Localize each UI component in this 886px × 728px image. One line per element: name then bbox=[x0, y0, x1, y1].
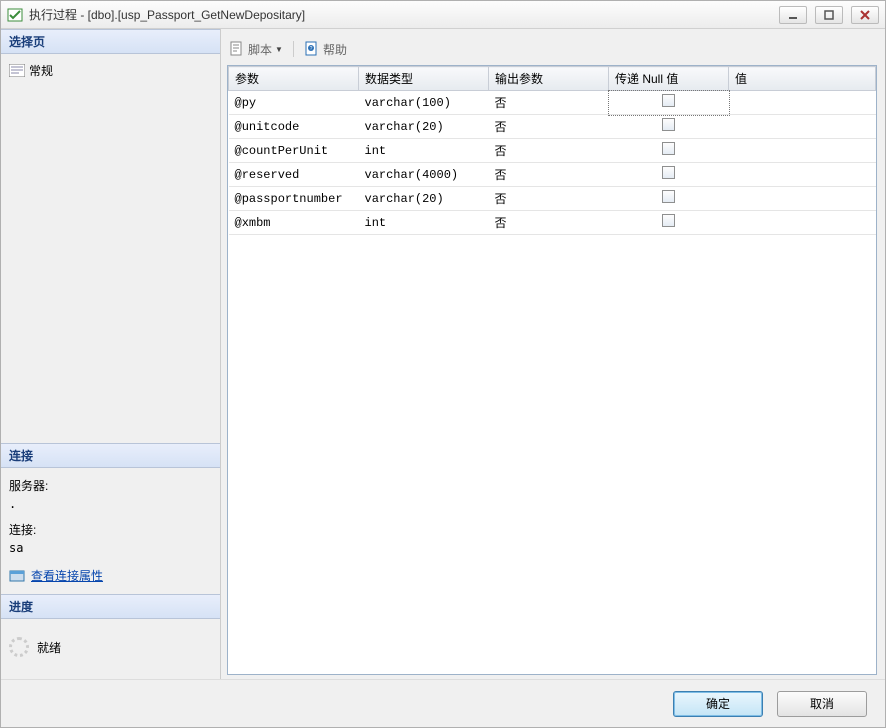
pass-null-checkbox[interactable] bbox=[662, 214, 675, 227]
pass-null-checkbox[interactable] bbox=[662, 118, 675, 131]
close-button[interactable] bbox=[851, 6, 879, 24]
cell-value[interactable] bbox=[729, 187, 876, 211]
cell-output[interactable]: 否 bbox=[489, 91, 609, 115]
maximize-button[interactable] bbox=[815, 6, 843, 24]
cell-datatype[interactable]: int bbox=[359, 139, 489, 163]
col-datatype[interactable]: 数据类型 bbox=[359, 67, 489, 91]
col-output[interactable]: 输出参数 bbox=[489, 67, 609, 91]
app-icon bbox=[7, 7, 23, 23]
cell-param[interactable]: @unitcode bbox=[229, 115, 359, 139]
cell-pass-null[interactable] bbox=[609, 211, 729, 235]
cell-datatype[interactable]: varchar(20) bbox=[359, 115, 489, 139]
table-row[interactable]: @xmbmint否 bbox=[229, 211, 876, 235]
server-label: 服务器: bbox=[9, 477, 212, 494]
cell-pass-null[interactable] bbox=[609, 115, 729, 139]
dialog-window: 执行过程 - [dbo].[usp_Passport_GetNewDeposit… bbox=[0, 0, 886, 728]
help-button[interactable]: ? 帮助 bbox=[304, 41, 347, 58]
minimize-button[interactable] bbox=[779, 6, 807, 24]
cell-output[interactable]: 否 bbox=[489, 187, 609, 211]
page-item-label: 常规 bbox=[29, 62, 53, 79]
cell-datatype[interactable]: varchar(4000) bbox=[359, 163, 489, 187]
cancel-button[interactable]: 取消 bbox=[777, 691, 867, 717]
parameters-grid[interactable]: 参数 数据类型 输出参数 传递 Null 值 值 @pyvarchar(100)… bbox=[227, 65, 877, 675]
pass-null-checkbox[interactable] bbox=[662, 166, 675, 179]
close-icon bbox=[860, 10, 870, 20]
cell-param[interactable]: @passportnumber bbox=[229, 187, 359, 211]
cell-value[interactable] bbox=[729, 91, 876, 115]
cell-pass-null[interactable] bbox=[609, 163, 729, 187]
table-row[interactable]: @reservedvarchar(4000)否 bbox=[229, 163, 876, 187]
server-value: . bbox=[9, 497, 212, 511]
svg-text:?: ? bbox=[310, 46, 313, 52]
toolbar-separator bbox=[293, 41, 294, 57]
right-panel: 脚本 ▼ ? 帮助 bbox=[221, 29, 885, 679]
pass-null-checkbox[interactable] bbox=[662, 94, 675, 107]
ok-button[interactable]: 确定 bbox=[673, 691, 763, 717]
connection-value: sa bbox=[9, 541, 212, 555]
cell-param[interactable]: @xmbm bbox=[229, 211, 359, 235]
maximize-icon bbox=[824, 10, 834, 20]
script-label: 脚本 bbox=[248, 41, 272, 58]
cell-pass-null[interactable] bbox=[609, 139, 729, 163]
col-param[interactable]: 参数 bbox=[229, 67, 359, 91]
pass-null-checkbox[interactable] bbox=[662, 142, 675, 155]
connection-header: 连接 bbox=[1, 443, 220, 468]
chevron-down-icon: ▼ bbox=[275, 45, 283, 54]
window-title: 执行过程 - [dbo].[usp_Passport_GetNewDeposit… bbox=[29, 6, 779, 23]
toolbar: 脚本 ▼ ? 帮助 bbox=[227, 33, 877, 65]
table-row[interactable]: @pyvarchar(100)否 bbox=[229, 91, 876, 115]
cell-value[interactable] bbox=[729, 115, 876, 139]
progress-header: 进度 bbox=[1, 594, 220, 619]
cell-param[interactable]: @py bbox=[229, 91, 359, 115]
cell-output[interactable]: 否 bbox=[489, 163, 609, 187]
col-value[interactable]: 值 bbox=[729, 67, 876, 91]
titlebar[interactable]: 执行过程 - [dbo].[usp_Passport_GetNewDeposit… bbox=[1, 1, 885, 29]
help-label: 帮助 bbox=[323, 41, 347, 58]
pass-null-checkbox[interactable] bbox=[662, 190, 675, 203]
cell-pass-null[interactable] bbox=[609, 91, 729, 115]
table-row[interactable]: @unitcodevarchar(20)否 bbox=[229, 115, 876, 139]
cell-param[interactable]: @countPerUnit bbox=[229, 139, 359, 163]
dialog-footer: 确定 取消 bbox=[1, 679, 885, 727]
script-icon bbox=[229, 41, 245, 57]
connection-label: 连接: bbox=[9, 521, 212, 538]
connection-properties-icon bbox=[9, 568, 25, 584]
table-row[interactable]: @countPerUnitint否 bbox=[229, 139, 876, 163]
cell-output[interactable]: 否 bbox=[489, 115, 609, 139]
cell-pass-null[interactable] bbox=[609, 187, 729, 211]
col-passnull[interactable]: 传递 Null 值 bbox=[609, 67, 729, 91]
page-icon bbox=[9, 64, 25, 77]
minimize-icon bbox=[788, 10, 798, 20]
cell-value[interactable] bbox=[729, 211, 876, 235]
cell-datatype[interactable]: varchar(100) bbox=[359, 91, 489, 115]
select-page-header: 选择页 bbox=[1, 29, 220, 54]
cell-value[interactable] bbox=[729, 163, 876, 187]
grid-header-row: 参数 数据类型 输出参数 传递 Null 值 值 bbox=[229, 67, 876, 91]
progress-spinner-icon bbox=[9, 637, 29, 657]
page-item-general[interactable]: 常规 bbox=[9, 60, 212, 81]
left-panel: 选择页 常规 连接 服务器: bbox=[1, 29, 221, 679]
script-button[interactable]: 脚本 ▼ bbox=[229, 41, 283, 58]
help-icon: ? bbox=[304, 41, 320, 57]
cell-datatype[interactable]: int bbox=[359, 211, 489, 235]
cell-output[interactable]: 否 bbox=[489, 211, 609, 235]
progress-status: 就绪 bbox=[37, 639, 61, 656]
cell-param[interactable]: @reserved bbox=[229, 163, 359, 187]
cell-datatype[interactable]: varchar(20) bbox=[359, 187, 489, 211]
cell-output[interactable]: 否 bbox=[489, 139, 609, 163]
cell-value[interactable] bbox=[729, 139, 876, 163]
view-connection-properties-link[interactable]: 查看连接属性 bbox=[31, 567, 103, 584]
table-row[interactable]: @passportnumbervarchar(20)否 bbox=[229, 187, 876, 211]
